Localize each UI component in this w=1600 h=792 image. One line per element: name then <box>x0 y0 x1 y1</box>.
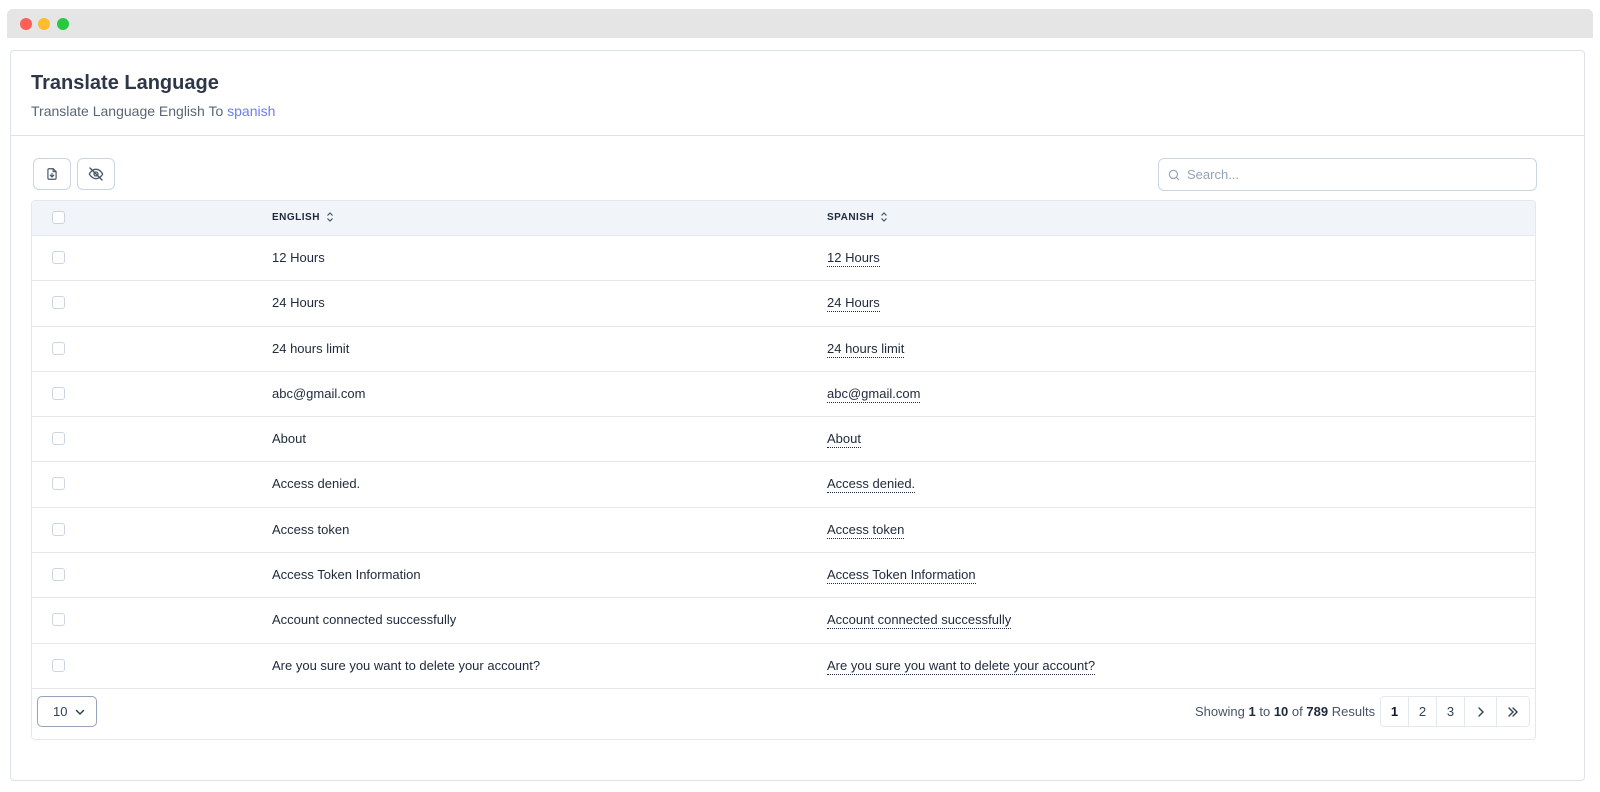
select-all-checkbox[interactable] <box>52 211 65 224</box>
subtitle-text: Translate Language English To <box>31 103 224 119</box>
spanish-editable-cell[interactable]: abc@gmail.com <box>827 386 921 403</box>
per-page-select[interactable]: 10 <box>37 696 97 727</box>
spanish-editable-cell[interactable]: 24 Hours <box>827 295 880 313</box>
translations-table: ENGLISH SPANISH 12 Hours 12 Hours 24 Hou… <box>31 200 1536 740</box>
spanish-editable-cell[interactable]: Access token <box>827 522 905 539</box>
row-checkbox[interactable] <box>52 296 65 310</box>
sort-icon <box>327 212 333 222</box>
showing-label: Showing <box>1195 704 1245 719</box>
spanish-editable-cell[interactable]: Access Token Information <box>827 567 976 585</box>
english-cell: About <box>272 431 306 447</box>
search-input[interactable] <box>1187 167 1517 182</box>
english-cell: 24 Hours <box>272 295 325 311</box>
table-row: Access Token Information Access Token In… <box>32 553 1535 599</box>
table-row: About About <box>32 417 1535 463</box>
english-cell: Access token <box>272 521 350 537</box>
search-box[interactable] <box>1158 158 1537 191</box>
english-cell: Access Token Information <box>272 567 421 583</box>
range-end: 10 <box>1273 704 1289 719</box>
page-subtitle: Translate Language English To spanish <box>31 103 1564 119</box>
translate-card: Translate Language Translate Language En… <box>10 50 1585 781</box>
spanish-editable-cell[interactable]: About <box>827 431 861 449</box>
next-page-button[interactable] <box>1465 697 1497 726</box>
table-row: 24 hours limit 24 hours limit <box>32 327 1535 372</box>
column-header-english[interactable]: ENGLISH <box>272 211 334 223</box>
eye-off-icon <box>88 167 104 181</box>
table-row: abc@gmail.com abc@gmail.com <box>32 372 1535 418</box>
row-checkbox[interactable] <box>52 613 65 627</box>
english-cell: abc@gmail.com <box>272 385 366 401</box>
results-label: Results <box>1331 704 1376 719</box>
page-button-2[interactable]: 2 <box>1409 697 1437 726</box>
table-row: 24 Hours 24 Hours <box>32 281 1535 327</box>
search-icon <box>1168 169 1180 180</box>
page-button-3[interactable]: 3 <box>1437 697 1465 726</box>
english-cell: Access denied. <box>272 476 361 492</box>
page-title: Translate Language <box>31 72 219 94</box>
pagination-summary: Showing 1 to 10 of 789 Results <box>1195 704 1375 719</box>
english-cell: Are you sure you want to delete your acc… <box>272 657 541 673</box>
english-cell: Account connected successfully <box>272 612 457 628</box>
spanish-editable-cell[interactable]: Account connected successfully <box>827 612 1012 630</box>
export-button[interactable] <box>33 158 71 190</box>
of-label: of <box>1291 704 1303 719</box>
toggle-columns-button[interactable] <box>77 158 115 190</box>
spanish-editable-cell[interactable]: 24 hours limit <box>827 341 905 358</box>
table-row: Are you sure you want to delete your acc… <box>32 644 1535 689</box>
row-checkbox[interactable] <box>52 432 65 446</box>
target-language-label: spanish <box>227 103 276 119</box>
row-checkbox[interactable] <box>52 568 65 582</box>
row-checkbox[interactable] <box>52 341 65 355</box>
table-row: 12 Hours 12 Hours <box>32 236 1535 282</box>
to-label: to <box>1259 704 1271 719</box>
spanish-editable-cell[interactable]: 12 Hours <box>827 250 880 267</box>
chevrons-right-icon <box>1508 706 1518 717</box>
total-count: 789 <box>1306 704 1329 719</box>
row-checkbox[interactable] <box>52 522 65 536</box>
chevron-down-icon <box>75 709 85 715</box>
range-start: 1 <box>1248 704 1256 719</box>
last-page-button[interactable] <box>1497 697 1529 726</box>
table-header: ENGLISH SPANISH <box>32 201 1535 236</box>
per-page-value: 10 <box>53 704 68 719</box>
english-cell: 24 hours limit <box>272 340 350 356</box>
column-header-spanish[interactable]: SPANISH <box>827 211 888 223</box>
page-button-1[interactable]: 1 <box>1381 697 1409 726</box>
card-header: Translate Language Translate Language En… <box>11 51 1584 136</box>
close-window-button[interactable] <box>20 18 32 30</box>
minimize-window-button[interactable] <box>38 18 50 30</box>
table-row: Access denied. Access denied. <box>32 462 1535 508</box>
pagination: 1 2 3 <box>1380 696 1530 727</box>
column-header-label: ENGLISH <box>272 211 320 223</box>
file-export-icon <box>47 168 57 180</box>
sort-icon <box>881 212 888 222</box>
row-checkbox[interactable] <box>52 251 65 264</box>
table-row: Account connected successfully Account c… <box>32 598 1535 644</box>
spanish-editable-cell[interactable]: Access denied. <box>827 476 916 494</box>
column-header-label: SPANISH <box>827 211 875 223</box>
row-checkbox[interactable] <box>52 386 65 400</box>
row-checkbox[interactable] <box>52 658 65 672</box>
chevron-right-icon <box>1477 706 1484 717</box>
row-checkbox[interactable] <box>52 477 65 491</box>
window-titlebar <box>7 9 1593 38</box>
maximize-window-button[interactable] <box>57 18 69 30</box>
spanish-editable-cell[interactable]: Are you sure you want to delete your acc… <box>827 658 1096 675</box>
table-footer: 10 Showing 1 to 10 of 789 Results 1 2 3 <box>32 696 1535 739</box>
table-row: Access token Access token <box>32 508 1535 554</box>
english-cell: 12 Hours <box>272 250 325 265</box>
